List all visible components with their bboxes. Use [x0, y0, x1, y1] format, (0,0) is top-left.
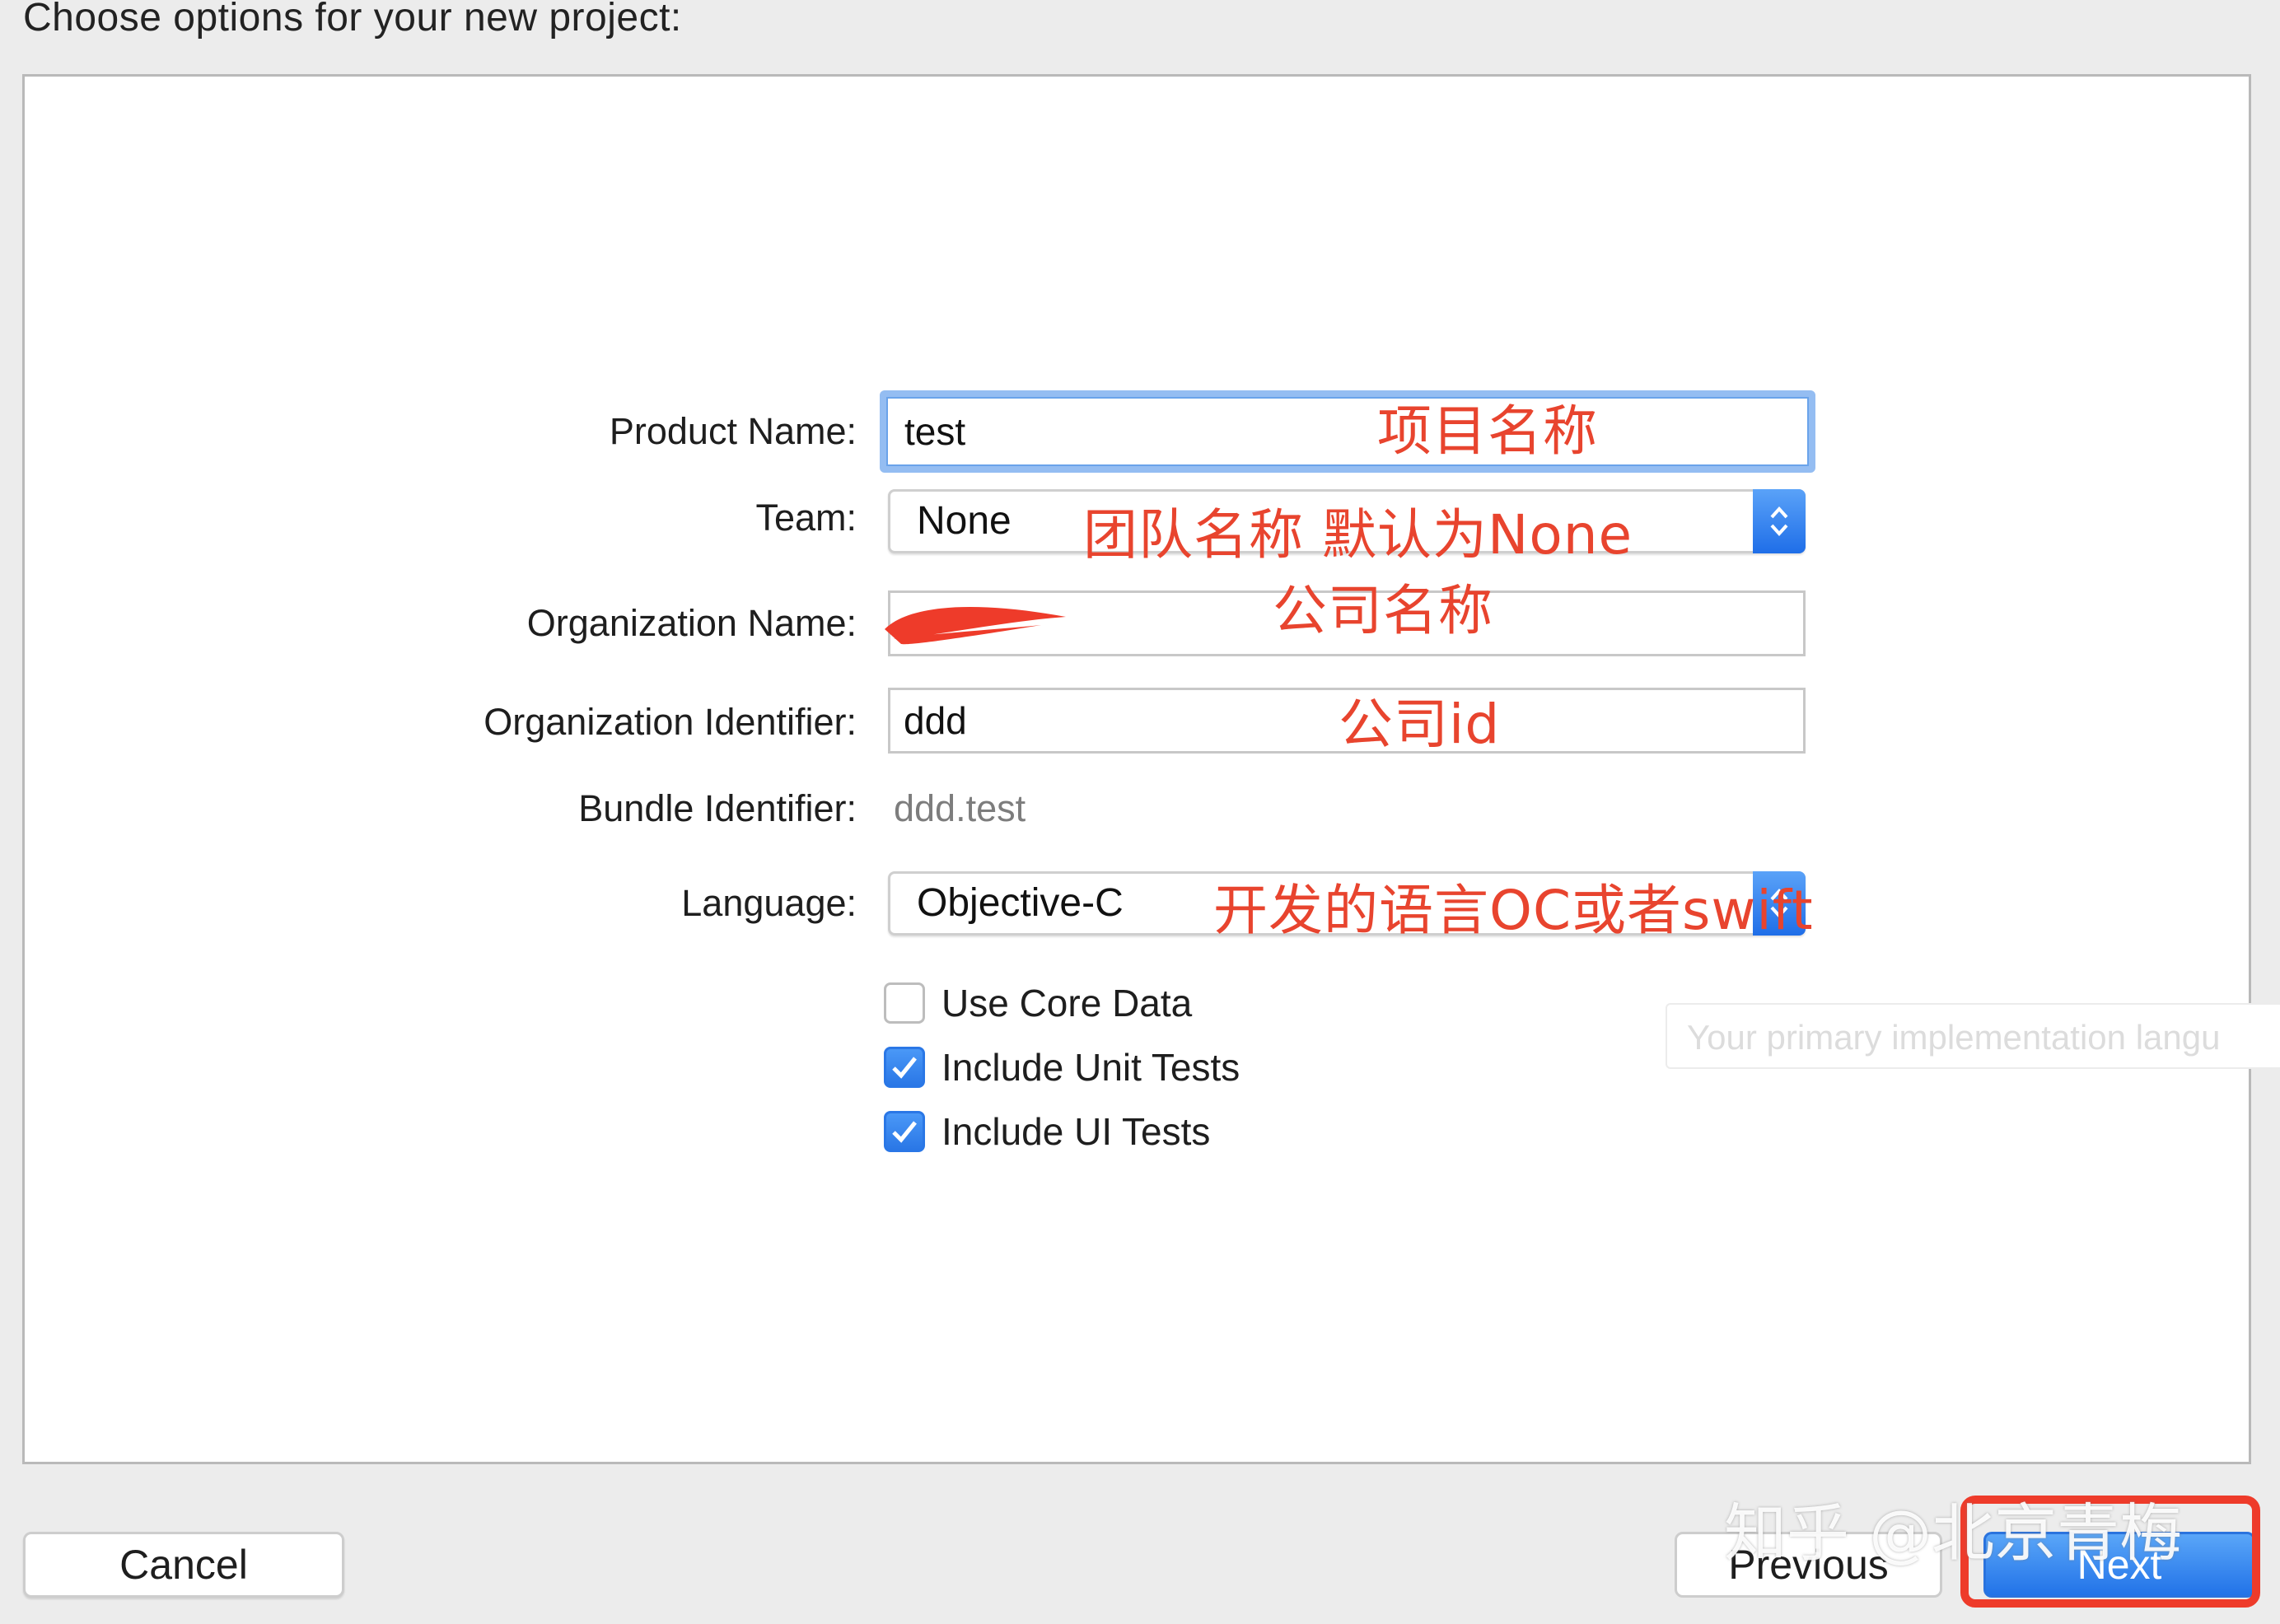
organization-name-label: Organization Name:: [526, 602, 857, 644]
checkmark-icon: [892, 1057, 917, 1079]
redaction-scribble: [885, 607, 1066, 645]
language-tooltip: Your primary implementation langu: [1666, 1003, 2280, 1069]
use-core-data-checkbox[interactable]: [884, 982, 925, 1024]
cancel-button[interactable]: Cancel: [23, 1532, 344, 1598]
include-ui-tests-label: Include UI Tests: [941, 1110, 1211, 1153]
bundle-identifier-label: Bundle Identifier:: [578, 787, 857, 829]
team-label: Team:: [755, 497, 857, 539]
team-value: None: [917, 499, 1012, 543]
annotation-product-name: 项目名称: [1377, 399, 1598, 463]
include-ui-tests-checkbox[interactable]: [884, 1111, 925, 1152]
include-unit-tests-checkbox-row[interactable]: Include Unit Tests: [884, 1044, 1240, 1090]
include-unit-tests-checkbox[interactable]: [884, 1047, 925, 1088]
organization-identifier-label: Organization Identifier:: [484, 701, 857, 743]
watermark: 知乎 @北京青梅: [1724, 1496, 2183, 1570]
language-value: Objective-C: [917, 881, 1124, 925]
use-core-data-checkbox-row[interactable]: Use Core Data: [884, 980, 1192, 1026]
use-core-data-label: Use Core Data: [941, 982, 1193, 1024]
product-name-input[interactable]: test: [880, 390, 1815, 473]
include-ui-tests-checkbox-row[interactable]: Include UI Tests: [884, 1108, 1210, 1155]
page-title: Choose options for your new project:: [23, 0, 682, 40]
checkmark-icon: [892, 1121, 917, 1143]
bundle-identifier-value: ddd.test: [894, 787, 1026, 829]
options-panel: [22, 74, 2251, 1464]
annotation-language: 开发的语言OC或者swift: [1213, 879, 1814, 942]
product-name-label: Product Name:: [609, 410, 857, 452]
annotation-team: 团队名称 默认为None: [1083, 503, 1633, 567]
include-unit-tests-label: Include Unit Tests: [941, 1046, 1240, 1089]
updown-chevron-icon: [1753, 489, 1806, 553]
language-label: Language:: [681, 882, 857, 924]
annotation-organization-identifier: 公司id: [1339, 693, 1501, 756]
annotation-organization-name: 公司名称: [1273, 579, 1493, 642]
